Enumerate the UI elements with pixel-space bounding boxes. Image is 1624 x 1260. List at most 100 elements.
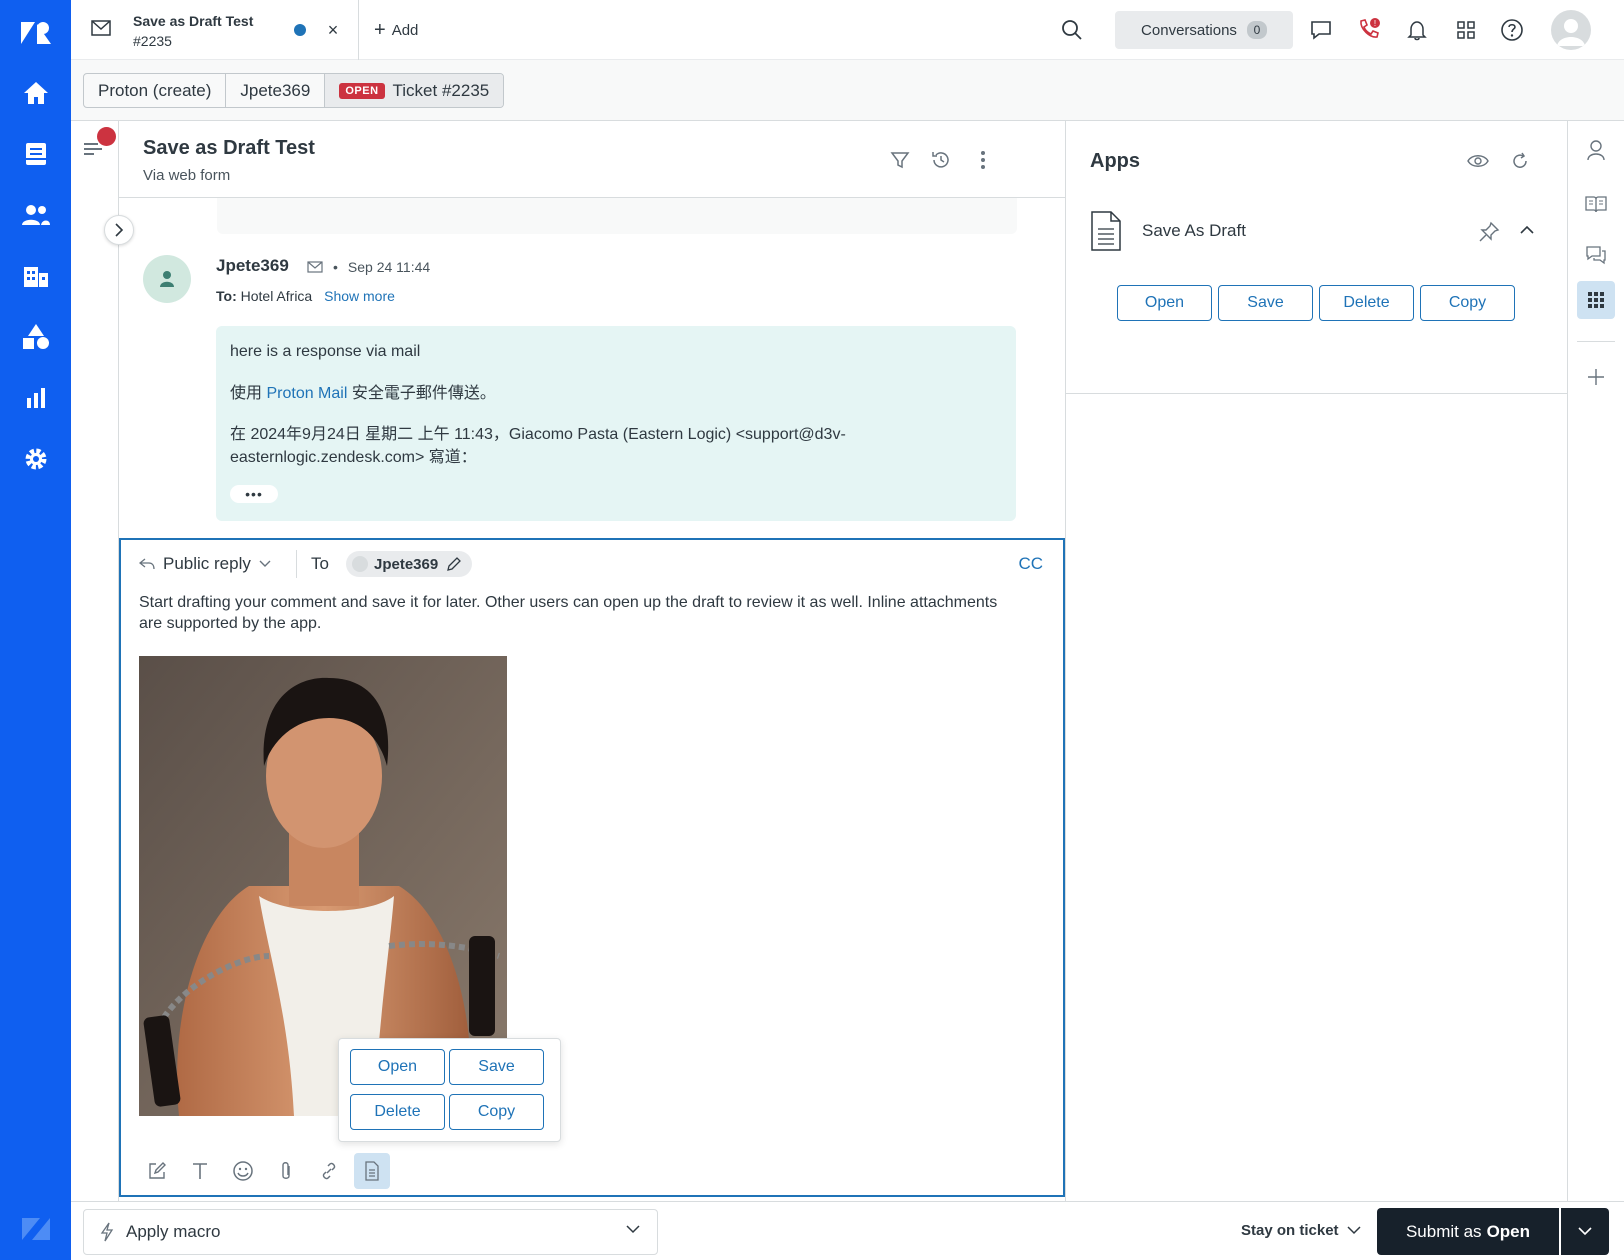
views-icon[interactable]	[0, 129, 71, 179]
more-options-icon[interactable]	[970, 147, 996, 173]
apply-macro-dropdown[interactable]: Apply macro	[83, 1209, 658, 1255]
submit-options-chevron-icon[interactable]	[1561, 1208, 1609, 1255]
reply-editor: Public reply To Jpete369 CC Start drafti…	[119, 538, 1065, 1197]
knowledge-book-icon[interactable]	[1577, 185, 1615, 223]
to-label: To:	[216, 288, 237, 304]
apps-grid-icon[interactable]	[1452, 16, 1480, 44]
customer-context-icon[interactable]	[1577, 131, 1615, 169]
recipient-pill[interactable]: Jpete369	[346, 551, 473, 577]
user-avatar[interactable]	[1551, 10, 1591, 50]
chevron-down-icon	[259, 560, 271, 568]
message-line: 使用 Proton Mail 安全電子郵件傳送。	[230, 382, 1002, 406]
app-open-button[interactable]: Open	[1117, 285, 1212, 321]
text-format-icon[interactable]	[182, 1153, 218, 1189]
requester-avatar	[143, 255, 191, 303]
filter-icon[interactable]	[887, 147, 913, 173]
compose-edit-icon[interactable]	[139, 1153, 175, 1189]
previous-message	[217, 198, 1017, 234]
show-more-link[interactable]: Show more	[324, 288, 395, 304]
apps-panel: Apps Save As Draft Open Save Delete Copy	[1065, 121, 1568, 1201]
stay-on-ticket-dropdown[interactable]: Stay on ticket	[1241, 1222, 1361, 1239]
breadcrumb: Proton (create) Jpete369 OPEN Ticket #22…	[83, 73, 505, 108]
popup-copy-button[interactable]: Copy	[449, 1094, 544, 1130]
link-icon[interactable]	[311, 1153, 347, 1189]
primary-nav	[0, 0, 71, 1260]
breadcrumb-requester[interactable]: Jpete369	[226, 74, 326, 107]
organizations-icon[interactable]	[0, 251, 71, 301]
preview-eye-icon[interactable]	[1465, 148, 1491, 174]
close-tab-icon[interactable]: ×	[322, 19, 344, 41]
to-field-label: To	[311, 554, 329, 573]
search-icon[interactable]	[1058, 16, 1086, 44]
chat-icon[interactable]	[1307, 16, 1335, 44]
app-copy-button[interactable]: Copy	[1420, 285, 1515, 321]
popup-open-button[interactable]: Open	[350, 1049, 445, 1085]
apps-grid-icon[interactable]	[1577, 281, 1615, 319]
customers-icon[interactable]	[0, 190, 71, 240]
notifications-bell-icon[interactable]	[1403, 16, 1431, 44]
to-value: Hotel Africa	[240, 288, 313, 304]
ticket-channel: Via web form	[143, 167, 231, 184]
app-save-as-draft: Save As Draft	[1090, 211, 1544, 251]
breadcrumb-ticket-label: Ticket #2235	[392, 80, 490, 100]
message-line2-suffix: 安全電子郵件傳送。	[351, 385, 496, 402]
ticket-header: Save as Draft Test Via web form	[119, 121, 1066, 198]
chevron-up-icon[interactable]	[1519, 225, 1535, 235]
popup-delete-button[interactable]: Delete	[350, 1094, 445, 1130]
zendesk-product-icon[interactable]	[0, 1204, 71, 1254]
app-save-button[interactable]: Save	[1218, 285, 1313, 321]
reply-type-label: Public reply	[163, 554, 251, 573]
submit-button[interactable]: Submit as Open	[1377, 1208, 1559, 1255]
divider	[1066, 393, 1568, 394]
top-bar: Save as Draft Test #2235 × + Add Convers…	[71, 0, 1624, 60]
submit-prefix: Submit as	[1405, 1221, 1482, 1241]
add-plus-icon[interactable]	[1577, 358, 1615, 396]
message-author[interactable]: Jpete369	[216, 256, 289, 276]
edit-pencil-icon[interactable]	[446, 556, 462, 572]
apply-macro-label: Apply macro	[126, 1222, 221, 1241]
conversations-button[interactable]: Conversations 0	[1115, 11, 1293, 49]
reply-type-dropdown[interactable]: Public reply	[139, 552, 271, 576]
chevron-down-icon	[625, 1224, 641, 1234]
add-tab-label: Add	[391, 21, 419, 39]
history-icon[interactable]	[928, 147, 954, 173]
mail-icon	[91, 20, 111, 36]
quoted-header: 在 2024年9月24日 星期二 上午 11:43，Giacomo Pasta …	[230, 426, 846, 466]
popup-save-button[interactable]: Save	[449, 1049, 544, 1085]
comment-body[interactable]: Start drafting your comment and save it …	[139, 592, 1019, 634]
breadcrumb-organization[interactable]: Proton (create)	[84, 74, 227, 107]
draft-actions-popup: Open Save Delete Copy	[338, 1038, 561, 1142]
expand-panel-chevron-icon[interactable]	[104, 215, 134, 245]
add-tab-button[interactable]: + Add	[374, 18, 418, 42]
admin-gear-icon[interactable]	[0, 434, 71, 484]
refresh-icon[interactable]	[1507, 148, 1533, 174]
emoji-icon[interactable]	[225, 1153, 261, 1189]
pin-icon[interactable]	[1478, 221, 1500, 243]
show-quoted-text-button[interactable]: •••	[230, 485, 278, 503]
reporting-icon[interactable]	[0, 373, 71, 423]
stay-on-ticket-label: Stay on ticket	[1241, 1222, 1339, 1239]
ticket-title[interactable]: Save as Draft Test	[143, 137, 315, 160]
objects-icon[interactable]	[0, 312, 71, 362]
home-icon[interactable]	[0, 68, 71, 118]
plus-icon: +	[374, 19, 386, 41]
message-body: here is a response via mail 使用 Proton Ma…	[216, 326, 1016, 521]
attachment-paperclip-icon[interactable]	[268, 1153, 304, 1189]
ticket-footer: Apply macro Stay on ticket Submit as Open	[71, 1201, 1624, 1260]
cc-button[interactable]: CC	[1018, 554, 1043, 574]
breadcrumb-bar: Proton (create) Jpete369 OPEN Ticket #22…	[71, 60, 1624, 121]
intelligence-chat-icon[interactable]	[1577, 236, 1615, 274]
meta-separator-icon: •	[333, 259, 338, 275]
save-as-draft-app-icon[interactable]	[354, 1153, 390, 1189]
help-icon[interactable]	[1498, 16, 1526, 44]
message-recipients: To: Hotel Africa Show more	[216, 288, 395, 304]
conversations-count: 0	[1246, 21, 1267, 39]
proton-mail-link[interactable]: Proton Mail	[266, 385, 347, 402]
app-delete-button[interactable]: Delete	[1319, 285, 1414, 321]
breadcrumb-ticket[interactable]: OPEN Ticket #2235	[325, 74, 504, 107]
ticket-tab[interactable]: Save as Draft Test #2235 ×	[71, 0, 359, 60]
zendesk-logo-icon[interactable]	[0, 8, 71, 58]
message-meta: • Sep 24 11:44	[307, 259, 430, 275]
recipient-name: Jpete369	[374, 555, 439, 573]
phone-icon[interactable]: !	[1355, 16, 1383, 44]
